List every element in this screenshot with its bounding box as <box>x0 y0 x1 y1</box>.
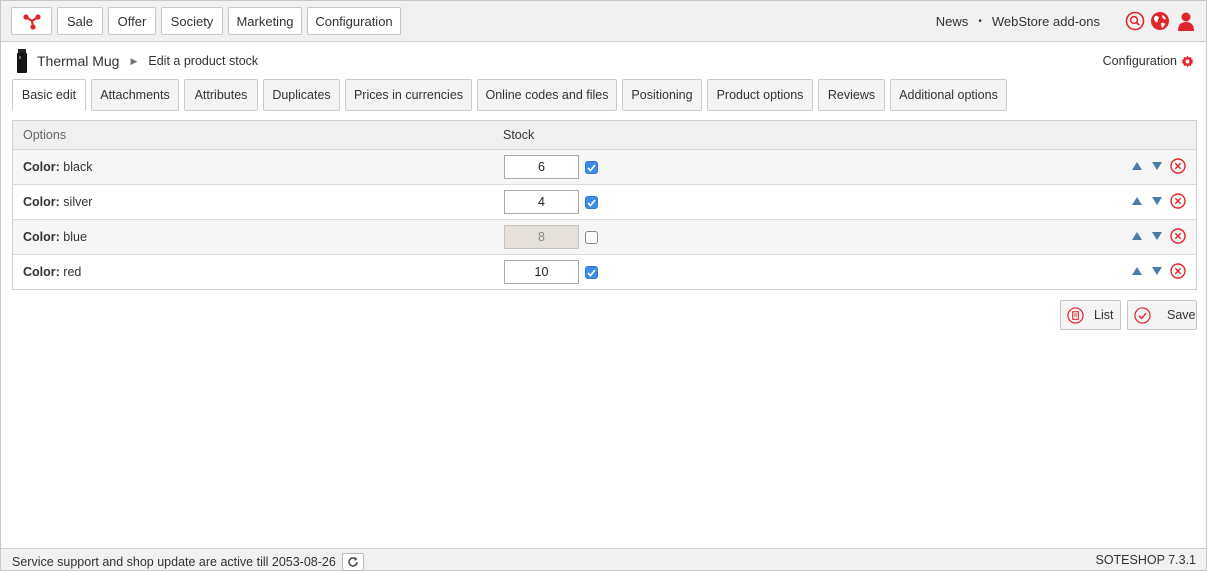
menu-marketing[interactable]: Marketing <box>228 7 302 35</box>
home-logo-button[interactable] <box>11 7 52 35</box>
list-button[interactable]: List <box>1060 300 1121 330</box>
gear-icon <box>1181 55 1194 67</box>
tab-basic-edit[interactable]: Basic edit <box>12 79 86 111</box>
page-title: Edit a product stock <box>148 54 259 68</box>
list-button-label: List <box>1094 308 1114 322</box>
table-row: Color: red <box>13 255 1196 290</box>
menu-offer[interactable]: Offer <box>108 7 156 35</box>
option-label: Color: silver <box>23 195 92 209</box>
stock-active-checkbox[interactable] <box>585 196 598 209</box>
breadcrumb-arrow-icon: ▶ <box>130 55 138 66</box>
checkmark-icon <box>587 268 596 277</box>
stock-active-checkbox[interactable] <box>585 231 598 244</box>
tab-additional-options[interactable]: Additional options <box>890 79 1007 111</box>
table-header: Options Stock <box>13 121 1196 150</box>
checkmark-icon <box>587 198 596 207</box>
delete-icon[interactable] <box>1170 228 1186 244</box>
stock-column-header: Stock <box>503 128 535 142</box>
option-label: Color: red <box>23 265 81 279</box>
soteshop-logo-icon <box>22 14 41 30</box>
stock-active-checkbox[interactable] <box>585 161 598 174</box>
top-navigation-bar: Sale Offer Society Marketing Configurati… <box>1 1 1206 42</box>
version-label: SOTESHOP 7.3.1 <box>1095 553 1196 567</box>
move-down-icon[interactable] <box>1150 264 1164 278</box>
option-label: Color: black <box>23 160 92 174</box>
tab-attachments[interactable]: Attachments <box>91 79 179 111</box>
move-up-icon[interactable] <box>1130 159 1144 173</box>
tab-reviews[interactable]: Reviews <box>818 79 885 111</box>
stock-quantity-input[interactable] <box>504 155 579 179</box>
delete-icon[interactable] <box>1170 158 1186 174</box>
delete-icon[interactable] <box>1170 263 1186 279</box>
options-column-header: Options <box>23 128 67 142</box>
move-down-icon[interactable] <box>1150 194 1164 208</box>
move-up-icon[interactable] <box>1130 229 1144 243</box>
move-up-icon[interactable] <box>1130 194 1144 208</box>
move-down-icon[interactable] <box>1150 229 1164 243</box>
configuration-link[interactable]: Configuration <box>1103 54 1194 68</box>
option-value: blue <box>63 230 87 244</box>
menu-sale[interactable]: Sale <box>57 7 103 35</box>
option-key: Color: <box>23 195 60 209</box>
support-status-text: Service support and shop update are acti… <box>12 555 336 569</box>
move-down-icon[interactable] <box>1150 159 1164 173</box>
link-separator: • <box>978 16 982 27</box>
checkmark-icon <box>587 163 596 172</box>
option-value: black <box>63 160 93 174</box>
option-label: Color: blue <box>23 230 87 244</box>
save-button-label: Save <box>1167 308 1196 322</box>
product-name[interactable]: Thermal Mug <box>37 53 119 69</box>
delete-icon[interactable] <box>1170 193 1186 209</box>
news-link[interactable]: News <box>936 14 969 29</box>
option-key: Color: <box>23 230 60 244</box>
refresh-button[interactable] <box>341 553 364 571</box>
stock-quantity-input <box>504 225 579 249</box>
save-button[interactable]: Save <box>1127 300 1197 330</box>
stock-table: Options Stock Color: black Color: silver… <box>12 120 1197 290</box>
table-row: Color: blue <box>13 220 1196 255</box>
list-icon <box>1067 306 1084 324</box>
tab-product-options[interactable]: Product options <box>707 79 813 111</box>
option-value: silver <box>63 195 93 209</box>
table-row: Color: black <box>13 150 1196 185</box>
product-thumbnail <box>17 49 27 73</box>
option-key: Color: <box>23 265 60 279</box>
tab-prices-in-currencies[interactable]: Prices in currencies <box>345 79 472 111</box>
tab-attributes[interactable]: Attributes <box>184 79 258 111</box>
menu-configuration[interactable]: Configuration <box>307 7 401 35</box>
option-value: red <box>63 265 82 279</box>
stock-quantity-input[interactable] <box>504 190 579 214</box>
tab-online-codes-and-files[interactable]: Online codes and files <box>477 79 617 111</box>
breadcrumb: Thermal Mug ▶ Edit a product stock <box>15 48 258 74</box>
stock-quantity-input[interactable] <box>504 260 579 284</box>
table-row: Color: silver <box>13 185 1196 220</box>
option-key: Color: <box>23 160 60 174</box>
globe-icon[interactable] <box>1150 11 1170 31</box>
tab-positioning[interactable]: Positioning <box>622 79 702 111</box>
stock-active-checkbox[interactable] <box>585 266 598 279</box>
user-icon[interactable] <box>1176 11 1196 31</box>
tab-duplicates[interactable]: Duplicates <box>263 79 340 111</box>
move-up-icon[interactable] <box>1130 264 1144 278</box>
checkmark-circle-icon <box>1134 306 1151 324</box>
search-icon[interactable] <box>1125 11 1145 31</box>
refresh-icon <box>348 557 358 567</box>
configuration-link-label: Configuration <box>1102 54 1177 68</box>
webstore-addons-link[interactable]: WebStore add-ons <box>992 14 1100 29</box>
menu-society[interactable]: Society <box>161 7 223 35</box>
status-footer: Service support and shop update are acti… <box>1 548 1206 571</box>
